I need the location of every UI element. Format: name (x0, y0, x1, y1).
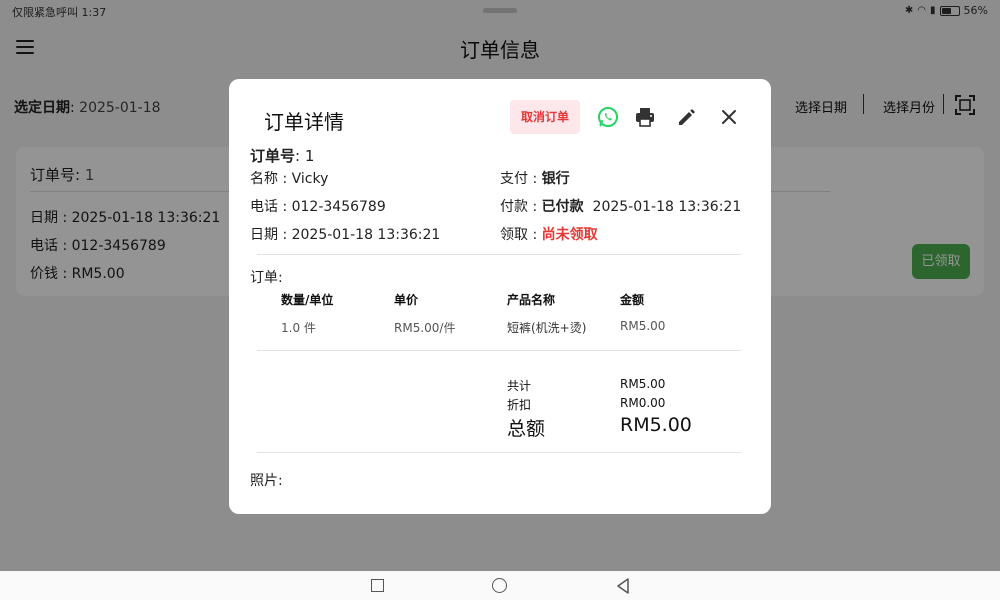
edit-icon[interactable] (676, 106, 698, 128)
home-icon[interactable] (492, 578, 507, 593)
subtotal-value: RM5.00 (620, 377, 666, 391)
order-section-label: 订单: (250, 270, 283, 286)
recent-apps-icon[interactable] (371, 579, 384, 592)
column-header-product: 产品名称 (507, 293, 556, 307)
table-cell-unit-price: RM5.00/件 (394, 321, 456, 335)
discount-value: RM0.00 (620, 396, 666, 410)
payment-status: 付款 : 已付款 2025-01-18 13:36:21 (500, 199, 742, 215)
column-header-amount: 金额 (620, 293, 645, 307)
pickup-status: 领取 : 尚未领取 (500, 227, 598, 243)
back-icon[interactable] (616, 578, 630, 594)
divider (257, 254, 741, 255)
column-header-quantity: 数量/单位 (281, 293, 334, 307)
total-value: RM5.00 (620, 414, 692, 436)
system-nav-bar (0, 571, 1000, 600)
divider (257, 350, 741, 351)
discount-label: 折扣 (507, 398, 532, 412)
order-date: 日期 : 2025-01-18 13:36:21 (250, 227, 441, 243)
order-detail-dialog: 订单详情 取消订单 订单号: 1 名称 : Vicky 电话 : 012-345… (229, 79, 771, 514)
print-icon[interactable] (634, 106, 656, 128)
table-cell-amount: RM5.00 (620, 319, 666, 333)
close-icon[interactable] (718, 106, 740, 128)
order-number: 订单号: 1 (250, 147, 315, 165)
divider (257, 452, 741, 453)
total-label: 总额 (507, 418, 546, 440)
customer-name: 名称 : Vicky (250, 171, 329, 187)
column-header-unit-price: 单价 (394, 293, 419, 307)
table-cell-quantity: 1.0 件 (281, 321, 316, 335)
cancel-order-button[interactable]: 取消订单 (510, 100, 580, 134)
whatsapp-icon[interactable] (597, 106, 619, 128)
dialog-title: 订单详情 (264, 110, 344, 134)
table-cell-product: 短裤(机洗+烫) (507, 321, 587, 335)
subtotal-label: 共计 (507, 379, 532, 393)
payment-method: 支付 : 银行 (500, 171, 570, 187)
photo-label: 照片: (250, 473, 283, 489)
customer-phone: 电话 : 012-3456789 (250, 199, 386, 215)
